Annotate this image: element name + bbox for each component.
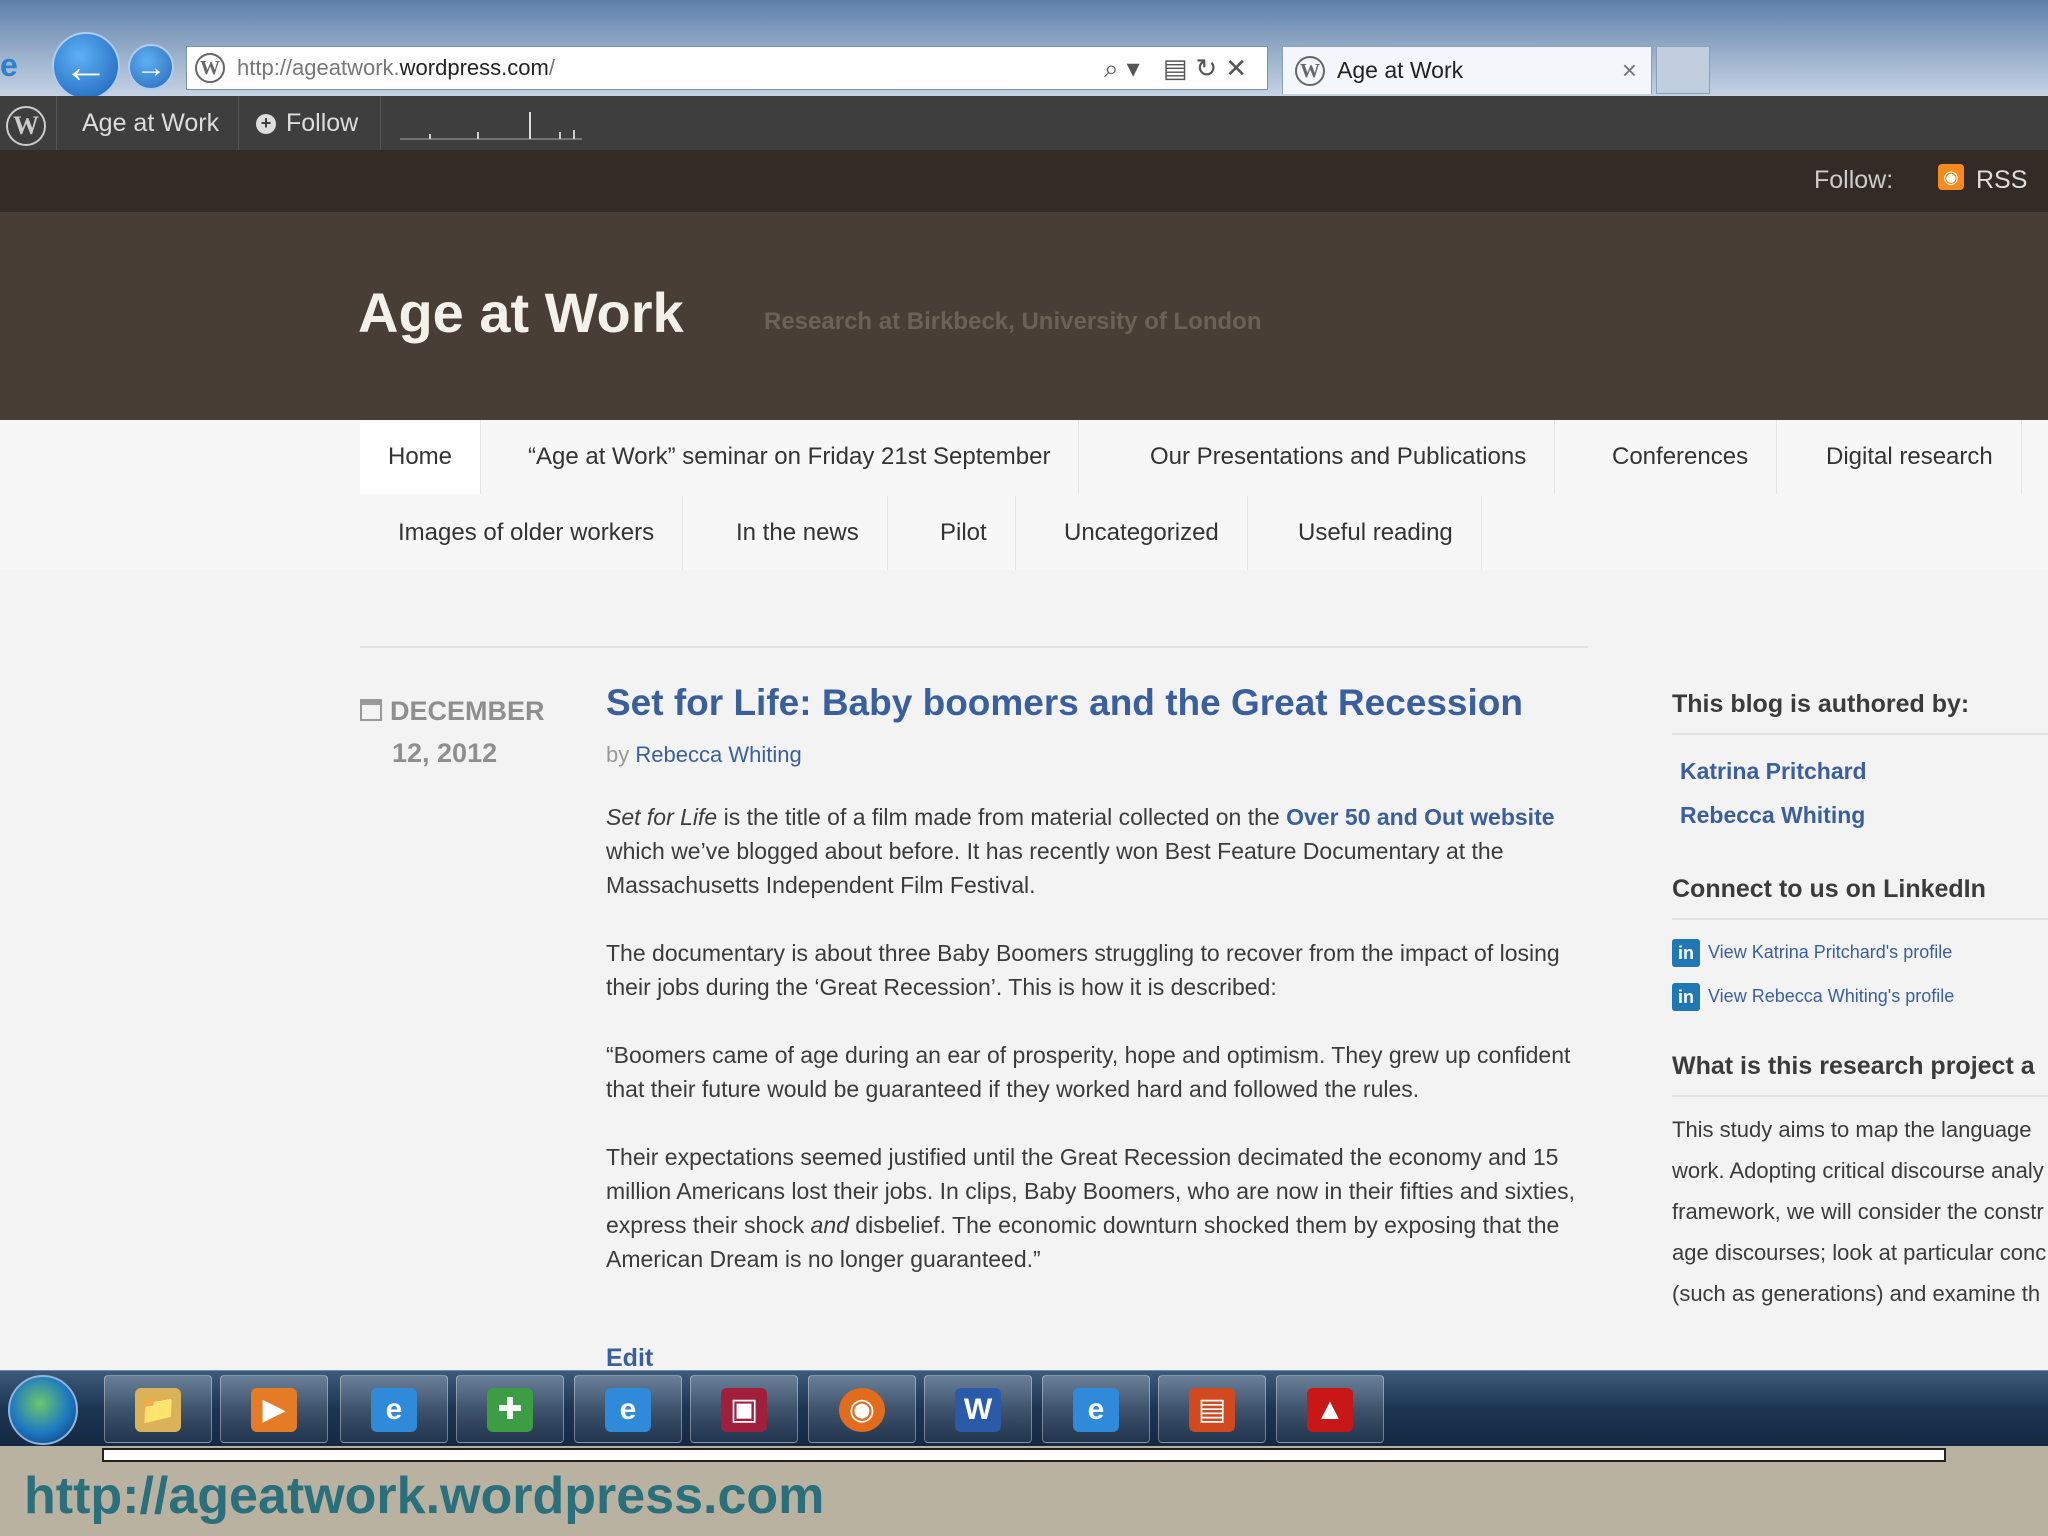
- taskbar-media-button[interactable]: ▶: [220, 1375, 328, 1443]
- follow-button[interactable]: + Follow: [256, 109, 358, 138]
- nav-item-images[interactable]: Images of older workers: [370, 496, 684, 570]
- follow-label: Follow:: [1814, 166, 1894, 194]
- widget-title-linkedin: Connect to us on LinkedIn: [1672, 875, 2048, 920]
- wordpress-icon: W: [195, 53, 225, 83]
- admin-site-link[interactable]: Age at Work: [82, 109, 219, 138]
- calendar-icon: [360, 699, 382, 721]
- taskbar-ie-button[interactable]: e: [1042, 1375, 1150, 1443]
- browser-chrome: e ← → W http://ageatwork.wordpress.com/ …: [0, 0, 2048, 100]
- nav-item-conferences[interactable]: Conferences: [1584, 420, 1778, 494]
- author-link[interactable]: Rebecca Whiting: [635, 742, 801, 767]
- plus-icon: +: [256, 114, 276, 134]
- powerpoint-icon: ▤: [1189, 1388, 1235, 1432]
- forward-button[interactable]: →: [128, 44, 174, 90]
- slide-underline: [102, 1448, 1946, 1462]
- post-byline: by Rebecca Whiting: [606, 742, 802, 768]
- sidebar-author-link[interactable]: Rebecca Whiting: [1680, 793, 2048, 837]
- linkedin-link[interactable]: in View Katrina Pritchard's profile: [1672, 930, 2048, 974]
- main-nav: Home “Age at Work” seminar on Friday 21s…: [0, 420, 2048, 570]
- folder-icon: 📁: [135, 1388, 181, 1432]
- nav-item-useful-reading[interactable]: Useful reading: [1270, 496, 1482, 570]
- separator: [56, 96, 57, 150]
- linkedin-icon: in: [1672, 983, 1700, 1012]
- taskbar-ie-button[interactable]: e: [340, 1375, 448, 1443]
- wordpress-icon[interactable]: W: [6, 106, 46, 146]
- widget-title-authors: This blog is authored by:: [1672, 690, 2048, 735]
- post-paragraph: “Boomers came of age during an ear of pr…: [606, 1042, 1571, 1102]
- nav-item-digital-research[interactable]: Digital research: [1798, 420, 2022, 494]
- back-button[interactable]: ←: [52, 32, 120, 100]
- taskbar-ie-button[interactable]: e: [574, 1375, 682, 1443]
- ie-icon: e: [0, 47, 18, 83]
- sidebar-author-link[interactable]: Katrina Pritchard: [1680, 749, 2048, 793]
- site-header: Age at Work Research at Birkbeck, Univer…: [0, 212, 2048, 420]
- widget-title-research: What is this research project a: [1672, 1052, 2048, 1097]
- internet-explorer-icon: e: [1073, 1388, 1119, 1432]
- rss-link[interactable]: RSS: [1976, 166, 2027, 195]
- post-paragraph: Set for Life is the title of a film made…: [606, 804, 1555, 898]
- media-player-icon: ▶: [251, 1388, 297, 1432]
- stats-sparkline-icon[interactable]: [400, 110, 582, 140]
- taskbar-word-button[interactable]: W: [924, 1375, 1032, 1443]
- taskbar-acrobat-button[interactable]: ▲: [1276, 1375, 1384, 1443]
- wp-admin-bar: W Age at Work + Follow: [0, 96, 2048, 150]
- windows-taskbar: 📁 ▶ e ✚ e ▣ ◉ W e ▤ ▲: [0, 1370, 2048, 1446]
- rss-icon[interactable]: ◉: [1938, 164, 1964, 190]
- post-date: DECEMBER 12, 2012: [360, 690, 545, 774]
- new-tab-button[interactable]: [1656, 46, 1710, 94]
- separator: [238, 96, 239, 150]
- date-day: 12, 2012: [392, 738, 498, 768]
- separator: [380, 96, 381, 150]
- content-area: DECEMBER 12, 2012 Set for Life: Baby boo…: [0, 570, 2048, 1373]
- acrobat-icon: ▲: [1307, 1388, 1353, 1432]
- post-body: Set for Life is the title of a film made…: [606, 800, 1606, 1310]
- nav-item-home[interactable]: Home: [360, 420, 482, 494]
- linkedin-icon: in: [1672, 939, 1700, 968]
- nav-item-in-the-news[interactable]: In the news: [708, 496, 888, 570]
- word-icon: W: [955, 1388, 1001, 1432]
- address-bar[interactable]: W http://ageatwork.wordpress.com/ ⌕▾ ▤↻✕: [186, 46, 1268, 90]
- nav-item-pilot[interactable]: Pilot: [912, 496, 1016, 570]
- post-paragraph: The documentary is about three Baby Boom…: [606, 940, 1560, 1000]
- tab-age-at-work[interactable]: W Age at Work ×: [1282, 46, 1652, 94]
- close-icon[interactable]: ×: [1622, 55, 1637, 86]
- wordpress-icon: W: [1295, 55, 1325, 86]
- follow-label: Follow: [286, 109, 359, 137]
- divider: [360, 646, 1588, 648]
- edit-link[interactable]: Edit: [606, 1344, 653, 1373]
- follow-bar: Follow: ◉ RSS: [0, 150, 2048, 212]
- date-month: DECEMBER: [390, 696, 545, 726]
- nav-item-seminar[interactable]: “Age at Work” seminar on Friday 21st Sep…: [500, 420, 1080, 494]
- research-description: This study aims to map the language work…: [1672, 1117, 2047, 1306]
- post-title[interactable]: Set for Life: Baby boomers and the Great…: [606, 682, 1606, 724]
- tab-title: Age at Work: [1337, 57, 1464, 83]
- taskbar-explorer-button[interactable]: 📁: [104, 1375, 212, 1443]
- taskbar-app-button[interactable]: ▣: [690, 1375, 798, 1443]
- site-title[interactable]: Age at Work: [358, 280, 684, 345]
- taskbar-firefox-button[interactable]: ◉: [808, 1375, 916, 1443]
- taskbar-app-button[interactable]: ✚: [456, 1375, 564, 1443]
- nav-item-presentations[interactable]: Our Presentations and Publications: [1122, 420, 1556, 494]
- sidebar: This blog is authored by: Katrina Pritch…: [1672, 690, 2048, 1314]
- url-text[interactable]: http://ageatwork.wordpress.com/: [237, 55, 555, 81]
- taskbar-powerpoint-button[interactable]: ▤: [1158, 1375, 1266, 1443]
- post-paragraph: Their expectations seemed justified unti…: [606, 1144, 1575, 1272]
- over-50-link[interactable]: Over 50 and Out website: [1286, 804, 1554, 830]
- byline-prefix: by: [606, 742, 630, 767]
- internet-explorer-icon: e: [605, 1388, 651, 1432]
- app-icon: ✚: [487, 1388, 533, 1432]
- linkedin-link[interactable]: in View Rebecca Whiting's profile: [1672, 974, 2048, 1018]
- site-tagline: Research at Birkbeck, University of Lond…: [764, 308, 1262, 335]
- internet-explorer-icon: e: [371, 1388, 417, 1432]
- slide-url-caption: http://ageatwork.wordpress.com: [24, 1467, 825, 1525]
- address-tools-icons[interactable]: ⌕▾ ▤↻✕: [1104, 53, 1255, 85]
- firefox-icon: ◉: [839, 1388, 885, 1432]
- app-icon: ▣: [721, 1388, 767, 1432]
- start-button[interactable]: [8, 1375, 78, 1445]
- nav-item-uncategorized[interactable]: Uncategorized: [1036, 496, 1248, 570]
